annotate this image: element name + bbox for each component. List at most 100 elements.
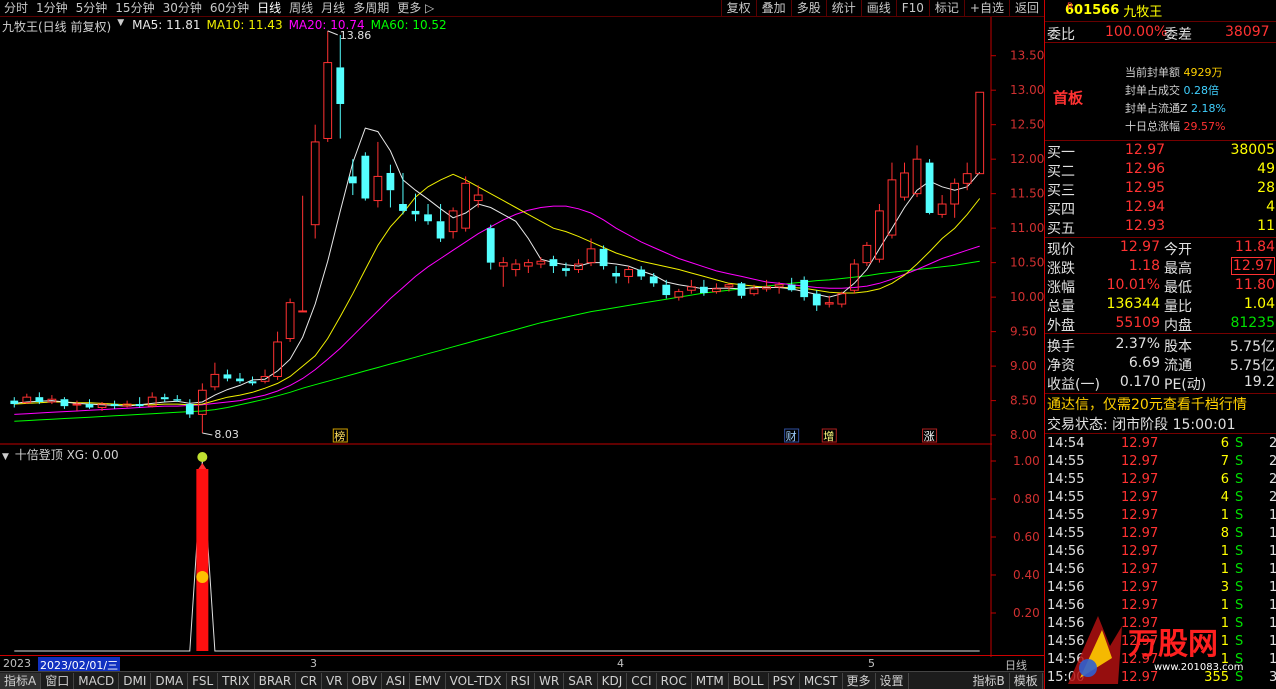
period-tab-4[interactable]: 30分钟	[159, 0, 206, 16]
period-toolbar: 分时 1分钟 5分钟 15分钟 30分钟 60分钟 日线 周线 月线 多周期 更多 ▷ 复权 叠加 多股…	[0, 0, 1044, 17]
indicator-tab-18[interactable]: CCI	[627, 672, 657, 689]
tick-side: S	[1235, 580, 1244, 595]
indicator-tab-2[interactable]: MACD	[74, 672, 120, 689]
bid-volume: 49	[1257, 161, 1275, 177]
candle	[10, 397, 19, 408]
candle	[912, 145, 922, 198]
tool-button-0[interactable]: 复权	[720, 0, 756, 17]
candle	[950, 178, 960, 218]
stat-value: 10.01%	[1106, 277, 1160, 293]
indicator-tab-6[interactable]: TRIX	[218, 672, 255, 689]
indicator-tab-17[interactable]: KDJ	[598, 672, 628, 689]
period-tab-6[interactable]: 日线	[253, 0, 285, 16]
indicator-tab-8[interactable]: CR	[296, 672, 322, 689]
period-tab-7[interactable]: 周线	[285, 0, 317, 16]
indicator-tab-27[interactable]: 模板	[1010, 672, 1043, 689]
tool-button-2[interactable]: 多股	[790, 0, 826, 17]
stat-value: 2.37%	[1115, 336, 1160, 352]
candle	[975, 91, 985, 175]
period-tab-10[interactable]: 更多 ▷	[393, 0, 438, 16]
indicator-tab-23[interactable]: MCST	[800, 672, 843, 689]
event-marker[interactable]: 财	[786, 429, 797, 443]
candle	[937, 195, 947, 218]
weibi-value: 100.00%	[1105, 24, 1168, 40]
period-tab-9[interactable]: 多周期	[349, 0, 393, 16]
event-marker[interactable]: 增	[823, 429, 834, 443]
event-marker[interactable]: 涨	[924, 430, 935, 443]
tool-button-3[interactable]: 统计	[825, 0, 861, 17]
candle	[298, 195, 308, 313]
tool-button-8[interactable]: 返回	[1008, 0, 1044, 17]
stat-row: 涨幅 10.01% 最低 11.80	[1045, 276, 1276, 296]
up-arrow-icon	[198, 463, 207, 469]
candle	[448, 207, 458, 239]
bid-row[interactable]: 买四 12.94 4	[1045, 198, 1276, 218]
indicator-tab-10[interactable]: OBV	[348, 672, 383, 689]
ma20-line	[14, 205, 980, 415]
bid-row[interactable]: 买三 12.95 28	[1045, 179, 1276, 199]
indicator-tab-15[interactable]: WR	[535, 672, 565, 689]
candle	[486, 224, 495, 270]
period-tab-1[interactable]: 1分钟	[32, 0, 72, 16]
indicator-tab-22[interactable]: PSY	[769, 672, 800, 689]
high-pointer	[327, 30, 338, 36]
indicator-tab-20[interactable]: MTM	[692, 672, 729, 689]
chart-tools: 复权 叠加 多股 统计 画线 F10 标记 +自选 返回	[720, 0, 1044, 17]
candle-body	[160, 397, 169, 400]
ma10-line	[14, 173, 981, 406]
indicator-tab-0[interactable]: 指标A	[0, 672, 42, 689]
indicator-tab-9[interactable]: VR	[322, 672, 348, 689]
tool-button-4[interactable]: 画线	[860, 0, 896, 17]
candle-body	[411, 210, 420, 215]
tool-button-7[interactable]: +自选	[963, 0, 1009, 17]
stat-value: 19.2	[1243, 374, 1275, 390]
indicator-tab-1[interactable]: 窗口	[41, 672, 75, 689]
y-tick-label: 11.50	[1010, 187, 1044, 201]
indicator-tab-13[interactable]: VOL-TDX	[446, 672, 507, 689]
tool-button-1[interactable]: 叠加	[755, 0, 791, 17]
tool-button-5[interactable]: F10	[895, 0, 929, 17]
date-month-4: 4	[617, 657, 624, 670]
event-marker[interactable]: 榜	[334, 429, 345, 443]
indicator-tab-16[interactable]: SAR	[564, 672, 598, 689]
bid-row[interactable]: 买五 12.93 11	[1045, 217, 1276, 237]
candle	[323, 30, 333, 142]
indicator-tab-5[interactable]: FSL	[188, 672, 219, 689]
candle	[498, 257, 508, 287]
stock-name[interactable]: 九牧王	[1123, 1, 1162, 20]
tick-volume: 4	[1220, 490, 1229, 505]
chevron-down-icon[interactable]: ▼	[2, 452, 9, 462]
bid-row[interactable]: 买一 12.97 38005	[1045, 141, 1276, 161]
date-month-3: 3	[310, 657, 317, 670]
indicator-tab-25[interactable]: 设置	[876, 672, 909, 689]
candle	[862, 241, 872, 267]
period-tab-2[interactable]: 5分钟	[72, 0, 112, 16]
indicator-tab-7[interactable]: BRAR	[255, 672, 297, 689]
promo-text[interactable]: 通达信，仅需20元查看千档行情	[1045, 394, 1276, 414]
candle-body	[699, 286, 708, 293]
indicator-tab-3[interactable]: DMI	[119, 672, 152, 689]
tool-button-6[interactable]: 标记	[928, 0, 964, 17]
period-tab-0[interactable]: 分时	[0, 0, 32, 16]
indicator-tab-11[interactable]: ASI	[382, 672, 411, 689]
period-tab-8[interactable]: 月线	[317, 0, 349, 16]
indicator-tab-4[interactable]: DMA	[151, 672, 189, 689]
indicator-tab-24[interactable]: 更多	[843, 672, 876, 689]
tick-side: S	[1235, 472, 1244, 487]
indicator-tab-14[interactable]: RSI	[507, 672, 536, 689]
indicator-tab-21[interactable]: BOLL	[729, 672, 769, 689]
period-tab-5[interactable]: 60分钟	[206, 0, 253, 16]
tick-count: 2	[1269, 472, 1276, 487]
period-tab-3[interactable]: 15分钟	[111, 0, 158, 16]
kline-chart[interactable]: 13.50 13.00 12.50 12.00 11.50 11.00 10.50 10.00…	[0, 17, 1044, 657]
candle	[386, 164, 395, 208]
bid-row[interactable]: 买二 12.96 49	[1045, 160, 1276, 180]
indicator-tab-19[interactable]: ROC	[657, 672, 692, 689]
indicator-tab-12[interactable]: EMV	[410, 672, 446, 689]
candle	[523, 259, 533, 273]
tick-row: 14:5612.971S1	[1045, 561, 1276, 579]
tick-count: 1	[1269, 562, 1276, 577]
tick-count: 2	[1269, 454, 1276, 469]
indicator-tab-26[interactable]: 指标B	[969, 672, 1010, 689]
tick-time: 14:56	[1047, 544, 1085, 559]
